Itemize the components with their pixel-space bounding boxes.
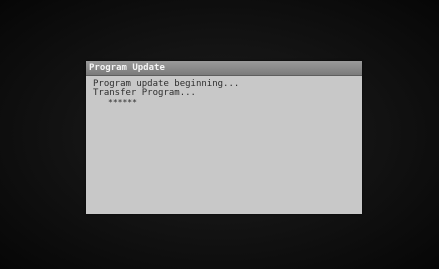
dialog-body: Program update beginning... Transfer Pro…: [93, 80, 355, 108]
dialog-title: Program Update: [89, 63, 165, 73]
progress-indicator: ******: [108, 98, 137, 107]
program-update-dialog: Program Update Program update beginning.…: [86, 61, 362, 214]
device-screen: Program Update Program update beginning.…: [0, 0, 439, 269]
dialog-title-bar: Program Update: [86, 61, 362, 76]
status-line-transfer-program: Transfer Program...: [93, 88, 196, 98]
